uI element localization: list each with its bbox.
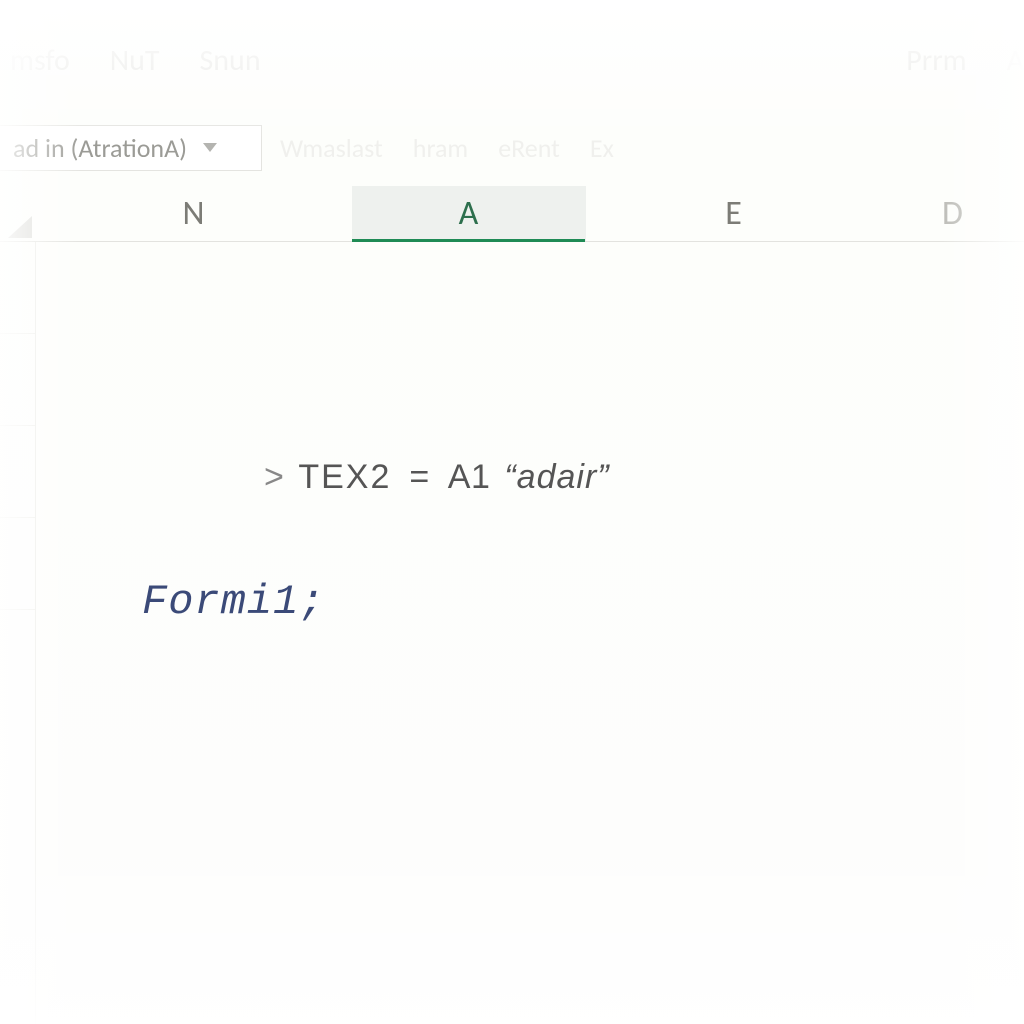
formula-hint: Ex (590, 132, 614, 164)
column-header-label: N (183, 193, 205, 234)
column-headers: N A E D (0, 186, 1024, 242)
column-header-N[interactable]: N (36, 186, 352, 241)
row-header[interactable] (0, 518, 35, 610)
row-headers (0, 242, 36, 1024)
column-header-label: A (459, 193, 479, 234)
name-box-value: ad in (AtrationA) (13, 132, 187, 164)
ribbon: msfo NuT Snun Prrm A (0, 30, 1024, 90)
formula-line: > TEX2 = A1 “adair” (264, 458, 610, 497)
formula-name: Formi1; (142, 578, 325, 626)
column-header-D[interactable]: D (882, 186, 1024, 241)
formula-bar-hints: Wmaslast hram eRent Ex (280, 132, 614, 164)
select-all-corner[interactable] (0, 186, 36, 242)
row-header[interactable] (0, 334, 35, 426)
formula-bar-row: ad in (AtrationA) Wmaslast hram eRent Ex (0, 120, 1024, 175)
row-header[interactable] (0, 426, 35, 518)
formula-hint: Wmaslast (280, 132, 383, 164)
ribbon-item[interactable]: Snun (200, 42, 261, 79)
formula-rhs-string: “adair” (504, 458, 609, 497)
row-header[interactable] (0, 610, 35, 702)
sheet-content[interactable]: > TEX2 = A1 “adair” Formi1; (36, 242, 1024, 1024)
column-header-E[interactable]: E (586, 186, 882, 241)
ribbon-item[interactable]: Prrm (906, 42, 966, 79)
name-box-dropdown[interactable]: ad in (AtrationA) (0, 125, 262, 171)
ribbon-item[interactable]: A (1007, 42, 1024, 79)
equals-sign: = (405, 458, 433, 497)
formula-hint: eRent (498, 132, 560, 164)
prompt-icon: > (264, 458, 284, 497)
formula-hint: hram (413, 132, 468, 164)
formula-rhs-cell: A1 (448, 458, 491, 497)
column-header-label: E (725, 193, 742, 234)
ribbon-item[interactable]: msfo (10, 42, 70, 79)
row-header[interactable] (0, 242, 35, 334)
column-header-A[interactable]: A (352, 186, 586, 241)
chevron-down-icon (203, 143, 217, 152)
column-header-label: D (942, 193, 963, 234)
formula-lhs: TEX2 (298, 458, 391, 497)
ribbon-item[interactable]: NuT (110, 42, 160, 79)
